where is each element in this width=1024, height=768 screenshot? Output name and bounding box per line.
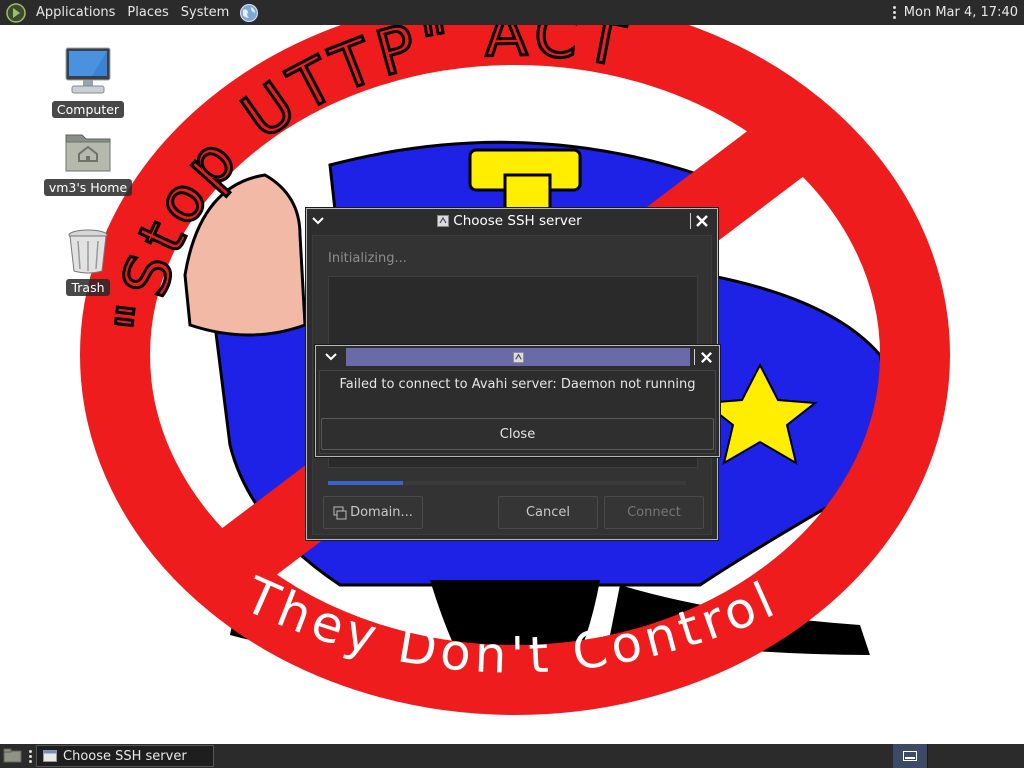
error-dialog-body: Failed to connect to Avahi server: Daemo… (319, 370, 716, 454)
cancel-button-label: Cancel (525, 505, 571, 520)
connect-button-label: Connect (627, 505, 681, 520)
desktop-icon-label: Trash (66, 279, 110, 296)
avahi-error-dialog: Failed to connect to Avahi server: Daemo… (315, 345, 720, 457)
close-icon (700, 351, 712, 363)
taskbar-handle-icon[interactable] (29, 749, 32, 763)
clock[interactable]: Mon Mar 4, 17:40 (904, 5, 1018, 20)
panel-menu-icon[interactable] (892, 6, 896, 19)
error-dialog-titlebar[interactable] (316, 346, 719, 368)
workspace-switcher-icon[interactable] (893, 744, 927, 768)
close-window-button[interactable] (691, 210, 713, 232)
progress-fill (328, 481, 403, 485)
error-message: Failed to connect to Avahi server: Daemo… (339, 377, 696, 392)
domain-windows-icon (333, 506, 347, 519)
desktop-icon-trash[interactable]: Trash (40, 227, 136, 296)
window-app-icon (512, 351, 524, 363)
chevron-down-icon (325, 353, 337, 361)
top-panel: Applications Places System Mon Mar 4, 17… (0, 0, 1024, 25)
taskbar-right (893, 744, 1024, 768)
show-desktop-icon[interactable] (3, 748, 23, 764)
chevron-down-icon (312, 217, 324, 225)
domain-button-label: Domain... (350, 505, 413, 520)
taskbar-item-choose-ssh-server[interactable]: Choose SSH server (36, 745, 214, 767)
close-button-label: Close (499, 426, 536, 442)
cancel-button[interactable]: Cancel (498, 496, 598, 529)
home-folder-icon (65, 134, 111, 172)
panel-right: Mon Mar 4, 17:40 (892, 5, 1024, 20)
trash-icon (68, 229, 108, 274)
error-dialog-title-area (346, 348, 690, 366)
close-icon (696, 215, 708, 227)
domain-button[interactable]: Domain... (323, 496, 423, 529)
places-menu[interactable]: Places (121, 5, 174, 20)
desktop-icon-label: Computer (51, 101, 125, 118)
taskbar-item-label: Choose SSH server (63, 748, 187, 764)
ssh-dialog-title: Choose SSH server (453, 213, 582, 229)
close-button[interactable]: Close (321, 418, 714, 450)
computer-icon (65, 47, 111, 94)
status-label: Initializing... (328, 251, 407, 266)
window-menu-button[interactable] (316, 346, 346, 368)
bottom-taskbar: Choose SSH server (0, 744, 1024, 768)
system-menu[interactable]: System (175, 5, 235, 20)
ssh-dialog-title-area: Choose SSH server (329, 213, 690, 229)
window-menu-button[interactable] (307, 210, 329, 232)
window-app-icon (437, 215, 450, 227)
desktop-icon-home[interactable]: vm3's Home (40, 127, 136, 196)
applications-menu[interactable]: Applications (30, 5, 121, 20)
close-window-button[interactable] (695, 346, 717, 368)
progress-bar (328, 481, 686, 485)
panel-menu-bar: Applications Places System (0, 0, 259, 25)
connect-button[interactable]: Connect (604, 496, 704, 529)
network-globe-icon[interactable] (239, 3, 259, 23)
gnome-foot-icon[interactable] (6, 2, 26, 23)
window-icon (43, 750, 57, 762)
desktop-icon-computer[interactable]: Computer (40, 45, 136, 118)
desktop-icon-label: vm3's Home (43, 179, 133, 196)
ssh-dialog-titlebar[interactable]: Choose SSH server (307, 209, 717, 233)
workspace-thumbnail-icon (903, 751, 917, 761)
workspace-switcher-empty[interactable] (927, 744, 1024, 768)
